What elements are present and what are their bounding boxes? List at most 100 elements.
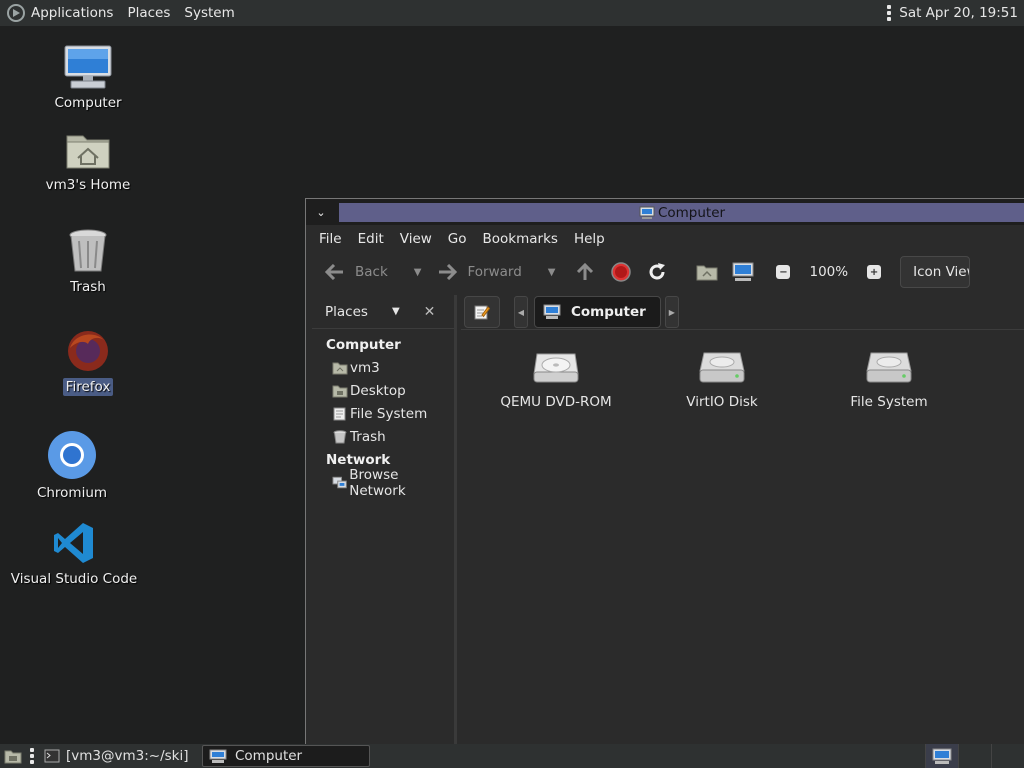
toolbar: Back ▼ Forward ▼ − 100% + Icon Vie [311, 253, 1024, 291]
taskbar-item-terminal[interactable]: [vm3@vm3:~/ski] [38, 745, 195, 767]
sidebar-item-file-system[interactable]: File System [312, 402, 454, 425]
workspace-2[interactable] [958, 744, 991, 768]
system-menu[interactable]: System [177, 0, 241, 26]
toggle-location-entry-button[interactable] [464, 296, 500, 328]
desktop-icon-home[interactable]: vm3's Home [33, 128, 143, 194]
forward-button[interactable]: Forward [431, 257, 527, 287]
breadcrumb-scroll-left[interactable]: ◀ [514, 296, 528, 328]
arrow-right-icon [439, 264, 458, 280]
drive-label: QEMU DVD-ROM [500, 394, 612, 410]
optical-drive-icon [533, 353, 579, 383]
desktop-folder-icon [332, 385, 348, 397]
breadcrumb-scroll-right[interactable]: ▶ [664, 296, 679, 328]
drive-file-system[interactable]: File System [814, 350, 964, 410]
forward-label: Forward [467, 264, 522, 280]
home-folder-icon [332, 362, 348, 374]
firefox-icon [68, 331, 108, 371]
home-folder-icon [66, 135, 110, 169]
window-titlebar[interactable]: ⌄ Computer [306, 199, 1024, 225]
zoom-in-button[interactable]: + [862, 257, 886, 287]
breadcrumb-computer[interactable]: Computer [534, 296, 661, 328]
up-button[interactable] [567, 257, 603, 287]
close-icon[interactable]: ✕ [424, 304, 436, 320]
side-pane-selector[interactable]: Places [325, 304, 368, 320]
drive-label: File System [850, 394, 928, 410]
desktop-icon-computer[interactable]: Computer [33, 44, 143, 112]
applications-menu[interactable]: Applications [0, 0, 120, 26]
desktop-label-firefox: Firefox [62, 378, 114, 396]
computer-icon [932, 748, 952, 764]
show-desktop-icon [4, 750, 22, 764]
zoom-level: 100% [809, 264, 849, 280]
file-system-icon [333, 407, 346, 420]
view-mode-select[interactable]: Icon View [900, 256, 971, 288]
hard-disk-icon [866, 352, 912, 383]
workspace-3[interactable] [991, 744, 1024, 768]
sidebar-item-trash[interactable]: Trash [312, 425, 454, 448]
zoom-out-icon: − [776, 265, 791, 279]
arrow-up-icon [577, 263, 594, 280]
clock-area[interactable]: Sat Apr 20, 19:51 [887, 0, 1018, 26]
sidebar-item-label: Desktop [350, 382, 406, 399]
sidebar-item-desktop[interactable]: Desktop [312, 379, 454, 402]
chevron-down-icon[interactable]: ▼ [392, 306, 400, 317]
desktop-label-home: vm3's Home [45, 177, 131, 193]
workspace-switcher [925, 744, 1024, 768]
taskbar-item-label: Computer [235, 748, 303, 764]
desktop-label-trash: Trash [70, 279, 106, 295]
clock[interactable]: Sat Apr 20, 19:51 [899, 5, 1018, 21]
menu-file[interactable]: File [311, 231, 350, 247]
places-menu[interactable]: Places [120, 0, 177, 26]
reload-icon [650, 263, 666, 280]
computer-icon [64, 45, 112, 89]
home-button[interactable] [689, 257, 725, 287]
location-bar: ◀ Computer ▶ [464, 295, 1024, 329]
sidebar-item-label: File System [350, 405, 428, 422]
side-pane: Places ▼ ✕ Computer vm3 Desktop File Sys… [312, 295, 457, 745]
menu-go[interactable]: Go [440, 231, 475, 247]
menubar: File Edit View Go Bookmarks Help [311, 227, 613, 251]
taskbar-item-label: [vm3@vm3:~/ski] [66, 748, 189, 764]
sidebar-item-browse-network[interactable]: Browse Network [312, 467, 454, 499]
show-desktop-button[interactable] [0, 745, 24, 767]
icon-view[interactable]: QEMU DVD-ROM VirtIO Disk File System [461, 330, 1024, 745]
taskbar-item-computer[interactable]: Computer [202, 745, 370, 767]
stop-icon [611, 262, 632, 282]
applications-icon [7, 4, 25, 22]
home-folder-icon [696, 265, 718, 281]
computer-button[interactable] [725, 257, 761, 287]
top-panel: Applications Places System Sat Apr 20, 1… [0, 0, 1024, 26]
desktop-icon-firefox[interactable]: Firefox [33, 328, 143, 396]
computer-icon [732, 262, 754, 281]
menu-edit[interactable]: Edit [350, 231, 392, 247]
back-history-dropdown[interactable]: ▼ [414, 267, 422, 278]
zoom-out-button[interactable]: − [771, 257, 795, 287]
network-icon [332, 476, 347, 488]
stop-button[interactable] [603, 257, 639, 287]
desktop-icon-vscode[interactable]: Visual Studio Code [11, 520, 137, 588]
side-group-computer: Computer [326, 336, 401, 353]
sidebar-item-label: vm3 [350, 359, 380, 376]
window-title-area[interactable]: Computer [339, 203, 1024, 222]
reload-button[interactable] [639, 257, 675, 287]
menu-help[interactable]: Help [566, 231, 613, 247]
computer-icon [639, 206, 655, 219]
desktop-icon-trash[interactable]: Trash [33, 228, 143, 296]
back-label: Back [355, 264, 388, 280]
drive-virtio-disk[interactable]: VirtIO Disk [647, 350, 797, 410]
computer-icon [209, 749, 227, 763]
chevron-left-icon: ◀ [517, 307, 525, 317]
panel-handle-icon [887, 5, 892, 21]
sidebar-item-vm3[interactable]: vm3 [312, 356, 454, 379]
window-title: Computer [657, 204, 726, 221]
places-header: Places ▼ ✕ [312, 295, 454, 329]
desktop-icon-chromium[interactable]: Chromium [17, 430, 127, 502]
hard-disk-icon [699, 352, 745, 383]
drive-qemu-dvd-rom[interactable]: QEMU DVD-ROM [481, 350, 631, 410]
window-menu-button[interactable]: ⌄ [312, 204, 330, 220]
menu-view[interactable]: View [392, 231, 440, 247]
menu-bookmarks[interactable]: Bookmarks [475, 231, 566, 247]
back-button[interactable]: Back [311, 257, 394, 287]
forward-history-dropdown[interactable]: ▼ [548, 267, 556, 278]
workspace-1[interactable] [925, 744, 958, 768]
